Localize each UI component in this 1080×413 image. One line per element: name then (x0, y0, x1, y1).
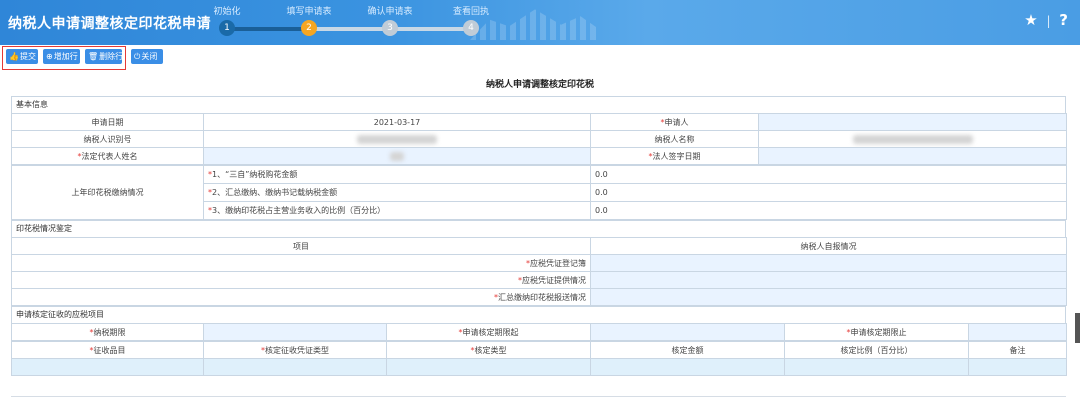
q2-value: 0.0 (590, 183, 1067, 202)
applicant-label: 申请人 (664, 117, 689, 127)
amount-cell[interactable] (590, 358, 785, 376)
section-apply-items: 申请核定征收的应税项目 (11, 306, 1066, 323)
delete-row-button[interactable]: 🗑删除行 (85, 49, 123, 64)
table-row (11, 358, 1067, 376)
start-label: 申请核定期限起 (462, 327, 519, 337)
legal-rep-input[interactable] (203, 147, 591, 165)
period-input[interactable] (203, 323, 387, 341)
end-input[interactable] (968, 323, 1067, 341)
submit-button[interactable]: 👍提交 (6, 49, 38, 64)
apply-items-table: *征收品目 *核定征收凭证类型 *核定类型 核定金额 核定比例（百分比） 备注 (11, 341, 1067, 376)
amount-header: 核定金额 (590, 341, 785, 359)
progress-steps: 初始化 填写申请表 确认申请表 查看回执 1 2 3 4 (205, 0, 515, 45)
remark-cell[interactable] (968, 358, 1067, 376)
voucher-type-header: 核定征收凭证类型 (265, 345, 329, 355)
assess-type-cell[interactable] (386, 358, 591, 376)
thumbs-up-icon: 👍 (9, 52, 19, 61)
step-line-done (227, 27, 305, 31)
step-label-1: 初始化 (213, 7, 241, 17)
start-input[interactable] (590, 323, 785, 341)
q3-value: 0.0 (590, 201, 1067, 220)
q1-label: 1、“三自”纳税购花金额 (212, 170, 298, 179)
apply-period-table: *纳税期限 *申请核定期限起 *申请核定期限止 (11, 323, 1067, 341)
voucher-provide-input[interactable] (590, 271, 1067, 289)
summary-report-input[interactable] (590, 288, 1067, 306)
redacted-text (852, 134, 973, 144)
header-bar: 纳税人申请调整核定印花税申请 初始化 填写申请表 确认申请表 查看回执 1 2 … (0, 0, 1080, 45)
power-icon: ⏻ (134, 52, 141, 61)
legal-sign-date-input[interactable] (758, 147, 1067, 165)
taxpayer-id-label: 纳税人识别号 (11, 130, 204, 148)
legal-rep-label: 法定代表人姓名 (81, 151, 138, 161)
application-form: 基本信息 申请日期 2021-03-17 *申请人 纳税人识别号 纳税人名称 *… (11, 96, 1067, 376)
close-button[interactable]: ⏻关闭 (131, 49, 163, 64)
q2-label: 2、汇总缴纳、缴纳书记载纳税金额 (212, 188, 338, 197)
help-icon[interactable]: ? (1059, 11, 1068, 29)
step-circle-2: 2 (301, 20, 317, 36)
add-row-button[interactable]: ⊕增加行 (43, 49, 80, 64)
side-scroll-tab[interactable] (1075, 313, 1080, 343)
ratio-cell[interactable] (784, 358, 969, 376)
plus-circle-icon: ⊕ (46, 52, 53, 61)
star-icon[interactable]: ★ (1024, 11, 1037, 29)
redacted-text (390, 151, 404, 161)
voucher-provide-label: 应税凭证提供情况 (522, 275, 586, 285)
q3-label: 3、缴纳印花税占主营业务收入的比例（百分比） (212, 206, 386, 215)
header-icons: ★ | ? (1020, 11, 1068, 29)
item-header: 征收品目 (93, 345, 126, 355)
taxpayer-name-label: 纳税人名称 (590, 130, 759, 148)
step-label-4: 查看回执 (452, 7, 490, 17)
basic-info-table: 申请日期 2021-03-17 *申请人 纳税人识别号 纳税人名称 *法定代表人… (11, 113, 1067, 165)
applicant-input[interactable] (758, 113, 1067, 131)
col-self-header: 纳税人自报情况 (590, 237, 1067, 255)
ratio-header: 核定比例（百分比） (784, 341, 969, 359)
period-label: 纳税期限 (93, 327, 126, 337)
end-label: 申请核定期限止 (850, 327, 907, 337)
assess-type-header: 核定类型 (474, 345, 507, 355)
taxpayer-name-value (758, 130, 1067, 148)
remark-header: 备注 (968, 341, 1067, 359)
item-cell[interactable] (11, 358, 204, 376)
legal-sign-date-label: 法人签字日期 (652, 151, 701, 161)
page-header-title: 纳税人申请调整核定印花税申请 (8, 16, 211, 32)
last-year-label: 上年印花税缴纳情况 (11, 165, 204, 220)
step-circle-3: 3 (382, 20, 398, 36)
toolbar: 👍提交 ⊕增加行 🗑删除行 ⏻关闭 (0, 45, 1080, 70)
step-label-2: 填写申请表 (286, 7, 332, 17)
divider (11, 396, 1066, 397)
apply-date-value: 2021-03-17 (203, 113, 591, 131)
trash-icon: 🗑 (88, 52, 99, 61)
apply-date-label: 申请日期 (11, 113, 204, 131)
last-year-table: 上年印花税缴纳情况 *1、“三自”纳税购花金额 0.0 *2、汇总缴纳、缴纳书记… (11, 165, 1067, 220)
voucher-type-cell[interactable] (203, 358, 387, 376)
separator: | (1046, 14, 1051, 28)
taxpayer-id-value (203, 130, 591, 148)
col-item-header: 项目 (11, 237, 591, 255)
voucher-register-input[interactable] (590, 254, 1067, 272)
step-label-3: 确认申请表 (367, 7, 413, 17)
summary-report-label: 汇总缴纳印花税报送情况 (498, 292, 586, 302)
section-stamp-tax: 印花税情况鉴定 (11, 220, 1066, 237)
redacted-text (357, 134, 437, 144)
stamp-tax-table: 项目 纳税人自报情况 *应税凭证登记簿 *应税凭证提供情况 *汇总缴纳印花税报送… (11, 237, 1067, 306)
step-circle-4: 4 (463, 20, 479, 36)
form-title: 纳税人申请调整核定印花税 (485, 80, 594, 90)
section-basic-info: 基本信息 (11, 96, 1066, 113)
q1-value: 0.0 (590, 165, 1067, 184)
voucher-register-label: 应税凭证登记簿 (530, 258, 586, 268)
step-circle-1: 1 (219, 20, 235, 36)
